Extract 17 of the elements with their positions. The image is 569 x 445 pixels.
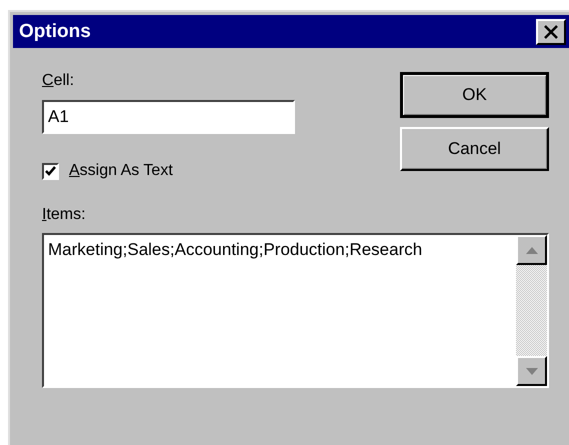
checkbox-label: Assign As Text <box>69 162 173 180</box>
scroll-up-button[interactable] <box>516 235 547 265</box>
dialog-button[interactable]: OK <box>400 72 549 118</box>
window-title: Options <box>19 20 91 42</box>
close-button[interactable] <box>536 18 566 44</box>
dialog-button[interactable]: Cancel <box>400 127 549 171</box>
checkbox[interactable] <box>42 162 59 180</box>
close-icon <box>543 24 559 38</box>
field-label: Items: <box>42 206 87 224</box>
items-text: Marketing;Sales;Accounting;Production;Research <box>47 239 424 261</box>
cell-input[interactable]: A1 <box>42 100 295 134</box>
scrollbar[interactable] <box>516 235 547 386</box>
up-arrow-icon <box>526 246 538 254</box>
scroll-down-button[interactable] <box>516 356 547 386</box>
items-textarea[interactable]: Marketing;Sales;Accounting;Production;Research <box>42 233 549 388</box>
field-label: Cell: <box>42 72 76 90</box>
down-arrow-icon <box>526 368 538 374</box>
